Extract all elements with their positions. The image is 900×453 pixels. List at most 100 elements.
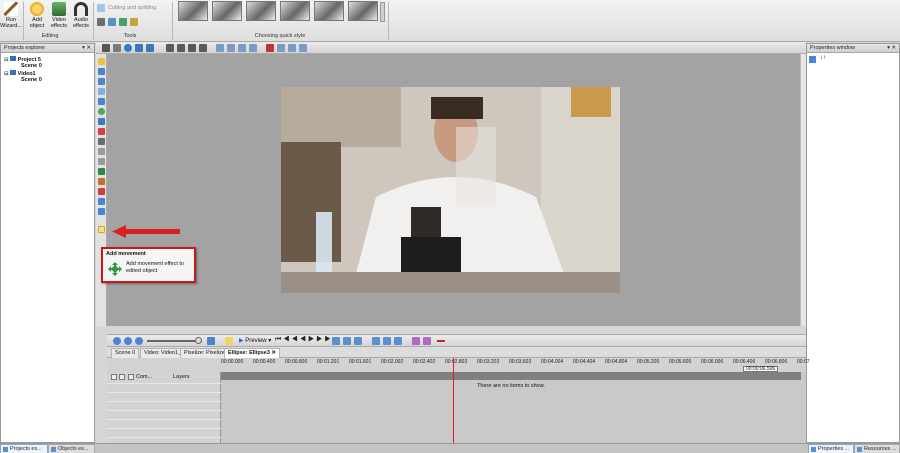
tag-icon[interactable] xyxy=(98,198,105,205)
tab-projects-explorer[interactable]: Projects ex... xyxy=(0,444,48,453)
close-icon[interactable]: ✕ xyxy=(271,350,276,356)
quick-style-4[interactable] xyxy=(280,1,310,21)
subtitle-icon[interactable] xyxy=(98,68,105,75)
cutting-splitting-button[interactable]: Cutting and splitting xyxy=(108,5,156,11)
speech-bubble-icon[interactable] xyxy=(98,78,105,85)
quick-style-1[interactable] xyxy=(178,1,208,21)
sort-az-icon[interactable]: ↓↑ xyxy=(820,55,826,61)
rectangle-icon[interactable] xyxy=(98,88,105,95)
film-icon xyxy=(10,70,17,75)
scissors-icon[interactable] xyxy=(97,4,105,12)
animation-icon[interactable] xyxy=(98,158,105,165)
tree-item-scene[interactable]: Scene 0 xyxy=(21,63,42,70)
categorized-icon[interactable] xyxy=(809,56,816,63)
select-icon[interactable] xyxy=(113,44,121,52)
audio-icon[interactable] xyxy=(98,188,105,195)
split-icon[interactable] xyxy=(332,337,340,345)
ruler-tick: 00:06.806 xyxy=(765,359,788,365)
rotate-icon[interactable] xyxy=(299,44,307,52)
timeline-ruler[interactable]: 00:00.000 00:00.400 00:00.800 00:01.201 00:0… xyxy=(107,358,810,372)
cut-icon[interactable] xyxy=(343,337,351,345)
add-marker-icon[interactable] xyxy=(412,337,420,345)
line-icon[interactable] xyxy=(98,98,105,105)
ellipse-icon[interactable] xyxy=(98,108,105,115)
add-object-icon xyxy=(30,2,44,16)
chart-icon[interactable] xyxy=(98,168,105,175)
move-down-icon[interactable] xyxy=(177,44,185,52)
audio-checkbox[interactable] xyxy=(128,374,134,380)
crop-icon[interactable] xyxy=(108,18,116,26)
tab-properties[interactable]: Properties ... xyxy=(808,444,854,453)
speed-icon[interactable] xyxy=(130,18,138,26)
sprite-icon[interactable] xyxy=(98,148,105,155)
remove-marker-icon[interactable] xyxy=(423,337,431,345)
person-icon[interactable] xyxy=(98,178,105,185)
image-icon[interactable] xyxy=(98,138,105,145)
distribute-icon[interactable] xyxy=(199,44,207,52)
playhead-marker[interactable] xyxy=(453,358,454,443)
add-movement-button[interactable] xyxy=(98,226,105,233)
align-icon[interactable] xyxy=(188,44,196,52)
zoom-slider-thumb[interactable] xyxy=(195,337,202,344)
text-icon[interactable] xyxy=(98,58,105,65)
zoom-in-icon[interactable] xyxy=(113,337,121,345)
link-icon[interactable] xyxy=(383,337,391,345)
tab-ellipse[interactable]: Ellipse: Ellipse3 ✕ xyxy=(224,348,281,358)
close-icon[interactable]: ▾ ✕ xyxy=(887,44,896,53)
quick-style-2[interactable] xyxy=(212,1,242,21)
shape-icon[interactable] xyxy=(98,118,105,125)
zoom-icon[interactable] xyxy=(277,44,285,52)
zoom-reset-icon[interactable] xyxy=(207,337,215,345)
grid-icon[interactable] xyxy=(216,44,224,52)
ruler-tick: 00:02.402 xyxy=(413,359,436,365)
close-icon[interactable] xyxy=(102,44,110,52)
stretch-icon[interactable] xyxy=(249,44,257,52)
circle-icon[interactable] xyxy=(124,44,132,52)
copy-icon[interactable] xyxy=(354,337,362,345)
undo-icon[interactable] xyxy=(135,44,143,52)
zoom-fit-icon[interactable] xyxy=(135,337,143,345)
collapse-icon[interactable]: ⊟ xyxy=(4,71,9,77)
close-icon[interactable]: ▾ ✕ xyxy=(82,44,91,53)
zoom-out-icon[interactable] xyxy=(124,337,132,345)
unlink-icon[interactable] xyxy=(394,337,402,345)
ruler-tick: 00:01.601 xyxy=(349,359,372,365)
quick-style-6[interactable] xyxy=(348,1,378,21)
preview-button[interactable]: ▶ Preview ▾ xyxy=(239,337,271,344)
timeline-scroll-track[interactable] xyxy=(221,372,801,380)
marker-icon[interactable] xyxy=(372,337,380,345)
storyboard-icon[interactable] xyxy=(225,337,233,345)
wrench-icon[interactable] xyxy=(97,18,105,26)
quick-style-3[interactable] xyxy=(246,1,276,21)
tab-resources[interactable]: Resources ... xyxy=(854,444,900,453)
video-effects-icon xyxy=(52,2,66,16)
ruler-tick: 00:06.006 xyxy=(701,359,724,365)
tab-objects-explorer[interactable]: Objects ex... xyxy=(48,444,95,453)
zoom-slider[interactable] xyxy=(147,340,202,342)
column-com[interactable]: Com... xyxy=(136,374,152,380)
preview-label: Preview xyxy=(245,338,267,344)
delete-icon[interactable] xyxy=(266,44,274,52)
tab-scene[interactable]: Scene 0 xyxy=(111,348,140,358)
fit-icon[interactable] xyxy=(238,44,246,52)
collapse-icon[interactable]: ⊟ xyxy=(4,57,9,63)
tree-item-scene[interactable]: Scene 0 xyxy=(21,77,42,84)
quick-style-5[interactable] xyxy=(314,1,344,21)
minus-icon[interactable] xyxy=(437,340,445,342)
quick-style-scroll[interactable] xyxy=(380,2,385,22)
audio-effects-button[interactable]: Audio effects xyxy=(70,1,92,29)
redo-icon[interactable] xyxy=(146,44,154,52)
column-layers[interactable]: Layers xyxy=(173,374,190,380)
visibility-checkbox[interactable] xyxy=(119,374,125,380)
lock-checkbox[interactable] xyxy=(111,374,117,380)
resize-icon[interactable] xyxy=(288,44,296,52)
snap-icon[interactable] xyxy=(227,44,235,52)
video-frame[interactable] xyxy=(281,87,620,293)
video-icon[interactable] xyxy=(98,128,105,135)
move-up-icon[interactable] xyxy=(166,44,174,52)
list-icon[interactable] xyxy=(98,208,105,215)
color-icon[interactable] xyxy=(119,18,127,26)
add-object-button[interactable]: Add object xyxy=(26,1,48,29)
run-wizard-button[interactable]: Run Wizard... xyxy=(0,1,22,29)
video-effects-button[interactable]: Video effects xyxy=(48,1,70,29)
